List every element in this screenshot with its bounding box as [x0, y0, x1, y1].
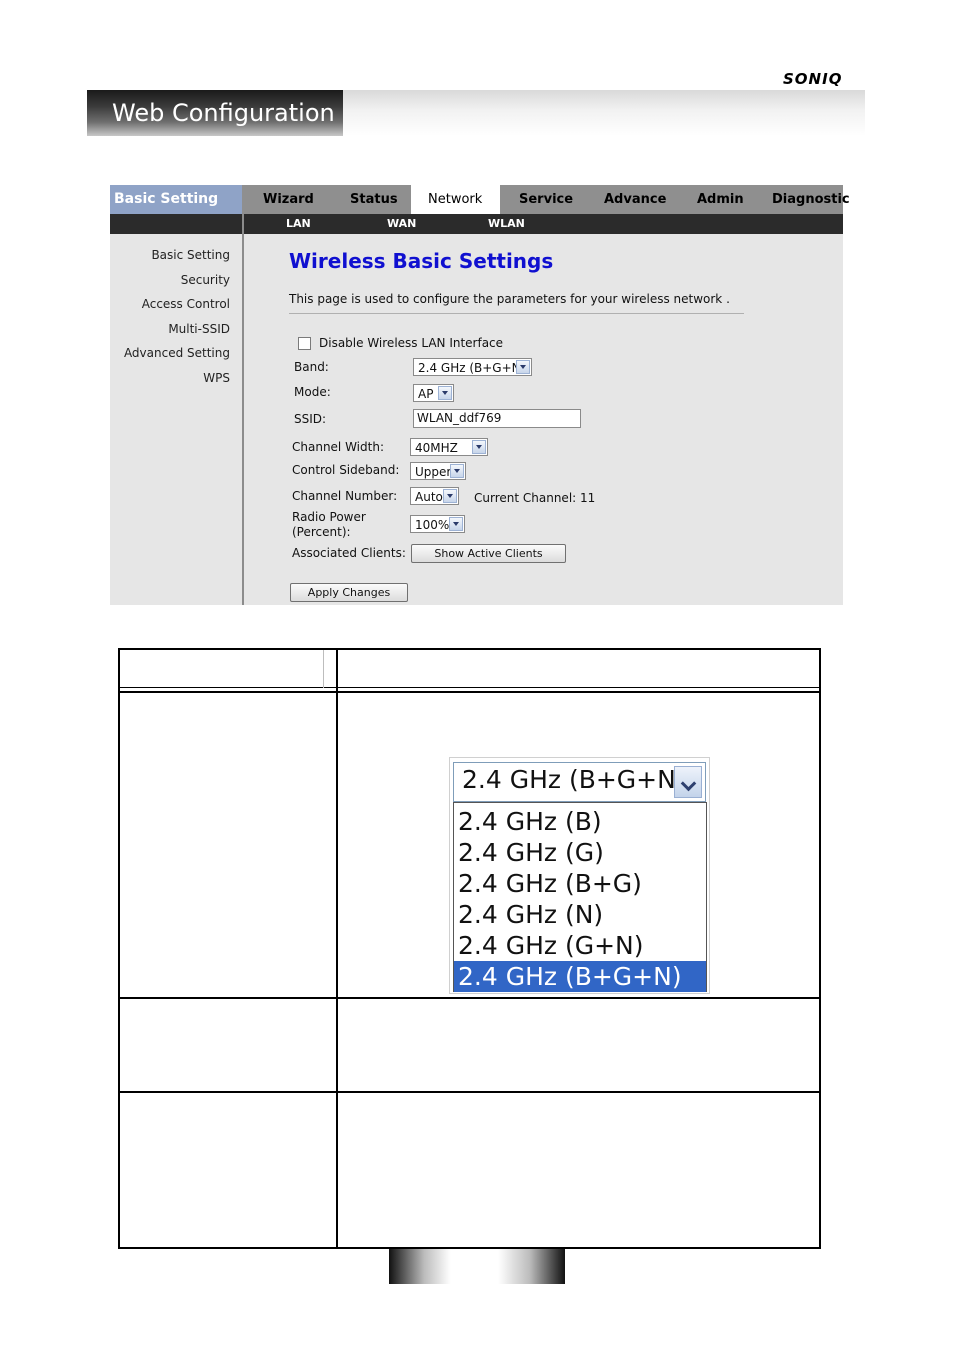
- band-dropdown-zoom-list: 2.4 GHz (B) 2.4 GHz (G) 2.4 GHz (B+G) 2.…: [453, 802, 707, 992]
- band-option[interactable]: 2.4 GHz (B+G): [454, 868, 706, 899]
- control-sideband-select[interactable]: Upper: [410, 462, 466, 480]
- chevron-down-icon: [449, 517, 463, 531]
- radio-power-select[interactable]: 100%: [410, 515, 465, 533]
- band-option[interactable]: 2.4 GHz (B): [454, 806, 706, 837]
- radio-power-label-2: (Percent):: [292, 525, 351, 539]
- chevron-down-icon: [450, 464, 464, 478]
- band-option[interactable]: 2.4 GHz (G+N): [454, 930, 706, 961]
- sidebar-divider: [242, 214, 244, 605]
- nav-item-advance[interactable]: Advance: [604, 185, 666, 214]
- disable-wlan-checkbox[interactable]: [298, 337, 311, 350]
- doc-table-header-line-2: [118, 691, 821, 693]
- subnav-item-wan[interactable]: WAN: [387, 214, 416, 234]
- sidebar-item-access-control[interactable]: Access Control: [142, 297, 230, 311]
- mode-select-value: AP: [418, 387, 434, 401]
- sidebar-item-advanced-setting[interactable]: Advanced Setting: [124, 346, 230, 360]
- nav-item-wizard[interactable]: Wizard: [263, 185, 314, 214]
- band-option-highlighted[interactable]: 2.4 GHz (B+G+N): [454, 961, 706, 992]
- channel-width-select[interactable]: 40MHZ: [410, 438, 488, 456]
- ssid-label: SSID:: [294, 412, 327, 426]
- subnav-item-lan[interactable]: LAN: [286, 214, 311, 234]
- band-option[interactable]: 2.4 GHz (G): [454, 837, 706, 868]
- channel-number-value: Auto: [415, 490, 443, 504]
- mode-select[interactable]: AP: [413, 384, 454, 402]
- sidebar-item-multi-ssid[interactable]: Multi-SSID: [168, 322, 230, 336]
- chevron-down-icon: [443, 489, 457, 503]
- control-sideband-label: Control Sideband:: [292, 463, 400, 477]
- channel-number-select[interactable]: Auto: [410, 487, 459, 505]
- ssid-input[interactable]: WLAN_ddf769: [413, 409, 581, 428]
- banner-title: Web Configuration: [112, 99, 335, 127]
- show-active-clients-button[interactable]: Show Active Clients: [411, 544, 566, 563]
- nav-item-admin[interactable]: Admin: [697, 185, 744, 214]
- apply-changes-button[interactable]: Apply Changes: [290, 583, 408, 602]
- nav-item-service[interactable]: Service: [519, 185, 573, 214]
- nav-item-status[interactable]: Status: [350, 185, 398, 214]
- chevron-down-icon: [438, 386, 452, 400]
- doc-table-row-divider-1: [118, 997, 821, 999]
- band-select[interactable]: 2.4 GHz (B+G+N): [413, 358, 532, 376]
- doc-table-row-divider-2: [118, 1091, 821, 1093]
- disable-wlan-label: Disable Wireless LAN Interface: [319, 336, 504, 350]
- doc-table-header-line: [118, 687, 821, 688]
- channel-number-label: Channel Number:: [292, 489, 398, 503]
- doc-table-header-divider: [323, 650, 324, 688]
- sidebar-item-wps[interactable]: WPS: [203, 371, 230, 385]
- sub-nav: [110, 214, 843, 234]
- control-sideband-value: Upper: [415, 465, 452, 479]
- chevron-down-icon: [674, 766, 702, 798]
- current-channel-label: Current Channel: 11: [474, 491, 595, 505]
- band-dropdown-zoom-select[interactable]: 2.4 GHz (B+G+N): [453, 762, 706, 802]
- mode-label: Mode:: [294, 385, 331, 399]
- associated-clients-label: Associated Clients:: [292, 546, 406, 560]
- page-description: This page is used to configure the param…: [289, 292, 730, 306]
- subnav-item-wlan[interactable]: WLAN: [488, 214, 525, 234]
- brand-logo: SONIQ: [783, 70, 843, 88]
- current-channel-value: 11: [580, 491, 596, 505]
- band-dropdown-zoom-value: 2.4 GHz (B+G+N): [462, 765, 686, 794]
- current-channel-text: Current Channel:: [474, 491, 577, 505]
- sidebar-item-security[interactable]: Security: [181, 273, 230, 287]
- chevron-down-icon: [472, 440, 486, 454]
- radio-power-value: 100%: [415, 518, 450, 532]
- channel-width-value: 40MHZ: [415, 441, 458, 455]
- band-option[interactable]: 2.4 GHz (N): [454, 899, 706, 930]
- footer-page-tab: [389, 1249, 565, 1284]
- channel-width-label: Channel Width:: [292, 440, 384, 454]
- chevron-down-icon: [516, 360, 530, 374]
- band-select-value: 2.4 GHz (B+G+N): [418, 361, 526, 375]
- nav-item-basic-setting[interactable]: Basic Setting: [114, 185, 218, 214]
- band-label: Band:: [294, 360, 329, 374]
- title-divider: [289, 313, 744, 314]
- radio-power-label-1: Radio Power: [292, 510, 366, 524]
- doc-table-column-divider: [336, 648, 338, 1249]
- sidebar-item-basic-setting[interactable]: Basic Setting: [151, 248, 230, 262]
- nav-item-diagnostic[interactable]: Diagnostic: [772, 185, 850, 214]
- page-title: Wireless Basic Settings: [289, 249, 554, 273]
- nav-item-network[interactable]: Network: [428, 185, 482, 214]
